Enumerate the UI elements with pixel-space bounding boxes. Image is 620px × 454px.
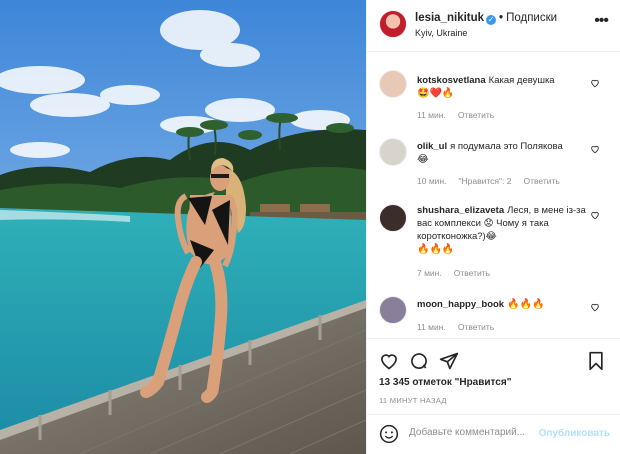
comment-username[interactable]: shushara_elizaveta xyxy=(417,205,504,216)
comment-emojis: 🤩❤️🔥 xyxy=(417,88,455,99)
verified-badge-icon: ✓ xyxy=(486,15,497,25)
comment-username[interactable]: olik_ul xyxy=(417,141,447,152)
add-comment-bar: Опубликовать xyxy=(367,414,620,454)
commenter-avatar[interactable] xyxy=(379,70,407,98)
share-icon[interactable] xyxy=(439,351,459,371)
beach-photo-illustration xyxy=(0,0,366,454)
like-comment-heart-icon[interactable] xyxy=(590,78,600,88)
comment-time[interactable]: 10 мин. xyxy=(417,176,446,186)
post-actions: 13 345 отметок "Нравится" 11 МИНУТ НАЗАД xyxy=(367,338,620,409)
like-comment-heart-icon[interactable] xyxy=(590,210,600,220)
reply-button[interactable]: Ответить xyxy=(458,322,494,332)
post-photo[interactable] xyxy=(0,0,366,454)
author-avatar[interactable] xyxy=(379,10,407,38)
publish-comment-button[interactable]: Опубликовать xyxy=(539,428,610,439)
reply-button[interactable]: Ответить xyxy=(458,110,494,120)
comment-emojis: 😂 xyxy=(417,154,429,165)
more-options-icon[interactable]: ••• xyxy=(594,12,609,30)
comments-list: kotskosvetlana Какая девушка 🤩❤️🔥 11 мин.… xyxy=(367,52,620,338)
like-heart-icon[interactable] xyxy=(379,351,399,371)
likes-count[interactable]: 13 345 отметок "Нравится" xyxy=(379,377,511,388)
comment-time[interactable]: 11 мин. xyxy=(417,322,446,332)
post-side-panel: lesia_nikituk ✓ • Подписки Kyiv, Ukraine ••… xyxy=(366,0,620,454)
post-location[interactable]: Kyiv, Ukraine xyxy=(415,28,467,38)
comment-meta: 10 мин. "Нравится": 2 Ответить xyxy=(417,176,572,186)
comment-icon[interactable] xyxy=(409,351,429,371)
comment-meta: 11 мин. Ответить xyxy=(417,322,506,332)
following-button[interactable]: Подписки xyxy=(506,12,557,24)
comment-text: olik_ul я подумала это Полякова 😂 xyxy=(417,140,587,166)
add-comment-input[interactable] xyxy=(409,427,539,438)
comment-emojis: 🔥🔥🔥 xyxy=(507,299,545,310)
like-comment-heart-icon[interactable] xyxy=(590,144,600,154)
author-username[interactable]: lesia_nikituk xyxy=(415,12,484,24)
comment-text: kotskosvetlana Какая девушка 🤩❤️🔥 xyxy=(417,74,587,100)
like-comment-heart-icon[interactable] xyxy=(590,302,600,312)
reply-button[interactable]: Ответить xyxy=(523,176,559,186)
bookmark-icon[interactable] xyxy=(586,351,606,371)
author-line: lesia_nikituk ✓ • Подписки xyxy=(415,12,557,25)
comment-username[interactable]: moon_happy_book xyxy=(417,299,504,310)
comment-body: Какая девушка xyxy=(488,75,555,86)
emoji-smiley-icon[interactable] xyxy=(379,424,399,444)
comment-meta: 11 мин. Ответить xyxy=(417,110,506,120)
reply-button[interactable]: Ответить xyxy=(454,268,490,278)
instagram-post: lesia_nikituk ✓ • Подписки Kyiv, Ukraine ••… xyxy=(0,0,620,454)
commenter-avatar[interactable] xyxy=(379,138,407,166)
comment-text: shushara_elizaveta Леся, в мене із-за вас… xyxy=(417,204,587,256)
comment-meta: 7 мин. Ответить xyxy=(417,268,502,278)
comment-body: я подумала это Полякова xyxy=(450,141,563,152)
commenter-avatar[interactable] xyxy=(379,204,407,232)
comment-emojis: 🔥🔥🔥 xyxy=(417,244,455,255)
comment-text: moon_happy_book 🔥🔥🔥 xyxy=(417,298,587,311)
comment-username[interactable]: kotskosvetlana xyxy=(417,75,486,86)
comment-likes-count[interactable]: "Нравится": 2 xyxy=(458,176,511,186)
comment-time[interactable]: 11 мин. xyxy=(417,110,446,120)
comment-time[interactable]: 7 мин. xyxy=(417,268,442,278)
post-header: lesia_nikituk ✓ • Подписки Kyiv, Ukraine ••… xyxy=(367,0,620,52)
separator-dot: • xyxy=(499,12,504,24)
post-time[interactable]: 11 МИНУТ НАЗАД xyxy=(379,396,447,405)
commenter-avatar[interactable] xyxy=(379,296,407,324)
